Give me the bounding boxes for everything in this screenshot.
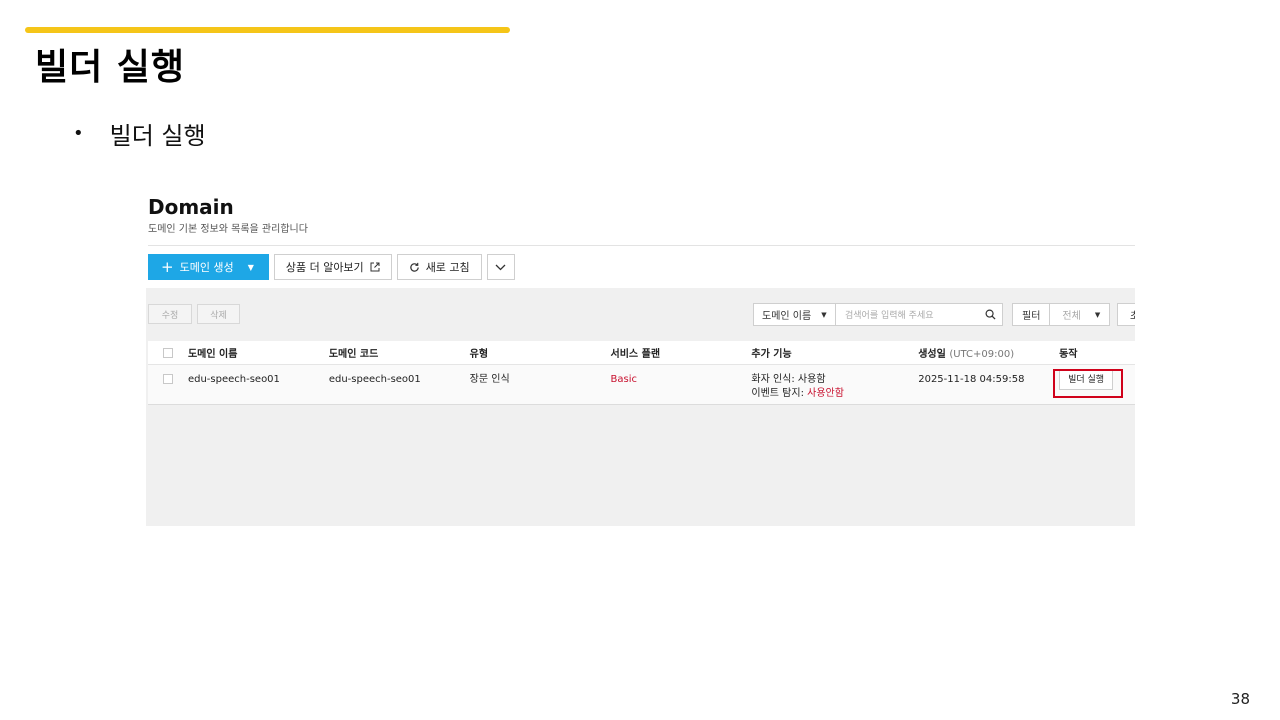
domain-list-panel: 수정 삭제 도메인 이름 ▼ 검색어를 입력해 주세요 필터 전체 ▼ 초 도메…	[146, 288, 1135, 526]
col-domain-name: 도메인 이름	[187, 349, 238, 360]
select-all-checkbox[interactable]	[162, 347, 173, 358]
delete-button[interactable]: 삭제	[197, 304, 240, 324]
caret-down-icon: ▼	[821, 310, 827, 319]
create-domain-label: 도메인 생성	[179, 261, 234, 274]
refresh-label: 새로 고침	[425, 261, 470, 274]
slide-title: 빌더 실행	[35, 47, 186, 88]
filter-select[interactable]: 전체 ▼	[1050, 303, 1111, 326]
row-checkbox[interactable]	[162, 374, 173, 384]
col-created: 생성일 (UTC+09:00)	[918, 345, 1059, 360]
page-title: Domain	[148, 195, 234, 219]
domain-name-cell: edu-speech-seo01	[187, 374, 280, 385]
domain-code-cell: edu-speech-seo01	[328, 374, 421, 385]
search-group: 도메인 이름 ▼ 검색어를 입력해 주세요	[753, 303, 1003, 326]
title-accent-bar	[25, 27, 510, 33]
table-row[interactable]: edu-speech-seo01 edu-speech-seo01 장문 인식 …	[148, 365, 1135, 405]
feature-event-label: 이벤트 탐지:	[751, 388, 808, 399]
caret-down-icon: ▼	[247, 262, 254, 272]
col-extra-features: 추가 기능	[751, 349, 792, 360]
create-domain-button[interactable]: + 도메인 생성 ▼	[148, 254, 269, 280]
col-created-timezone: (UTC+09:00)	[949, 349, 1015, 360]
learn-more-label: 상품 더 알아보기	[285, 261, 364, 274]
feature-event: 이벤트 탐지: 사용안함	[751, 387, 918, 401]
feature-speaker-label: 화자 인식:	[751, 374, 798, 385]
domain-table: 도메인 이름 도메인 코드 유형 서비스 플랜 추가 기능 생성일 (UTC+0…	[148, 341, 1135, 405]
search-field-select[interactable]: 도메인 이름 ▼	[753, 303, 836, 326]
filter-label: 필터	[1012, 303, 1051, 326]
refresh-icon	[409, 262, 419, 272]
more-dropdown-button[interactable]	[486, 254, 515, 280]
learn-more-button[interactable]: 상품 더 알아보기	[273, 254, 392, 280]
refresh-button[interactable]: 새로 고침	[396, 254, 482, 280]
row-checkbox-cell	[148, 365, 188, 404]
highlight-box	[1053, 369, 1123, 398]
col-domain-code: 도메인 코드	[328, 349, 379, 360]
feature-speaker-value: 사용함	[797, 374, 826, 385]
caret-down-icon: ▼	[1094, 310, 1101, 319]
filter-value: 전체	[1062, 311, 1081, 322]
search-field-value: 도메인 이름	[762, 311, 812, 322]
edit-button[interactable]: 수정	[148, 304, 192, 324]
service-plan-cell: Basic	[610, 374, 638, 385]
col-service-plan: 서비스 플랜	[610, 349, 661, 360]
console-screenshot: Domain 도메인 기본 정보와 목록을 관리합니다 + 도메인 생성 ▼ 상…	[146, 190, 1135, 526]
select-all-cell	[148, 347, 188, 358]
col-type: 유형	[469, 349, 489, 360]
bullet-item: • 빌더 실행	[73, 116, 206, 151]
page-subtitle: 도메인 기본 정보와 목록을 관리합니다	[148, 224, 308, 235]
feature-speaker: 화자 인식: 사용함	[751, 373, 918, 387]
divider	[148, 245, 1135, 246]
search-input[interactable]: 검색어를 입력해 주세요	[836, 303, 1003, 326]
col-action: 동작	[1059, 349, 1078, 360]
search-icon[interactable]	[985, 309, 996, 320]
search-placeholder: 검색어를 입력해 주세요	[845, 311, 934, 321]
external-link-icon	[370, 262, 380, 272]
feature-event-value: 사용안함	[807, 388, 844, 399]
created-cell: 2025-11-18 04:59:58	[918, 374, 1025, 385]
type-cell: 장문 인식	[469, 374, 510, 385]
col-created-label: 생성일	[918, 349, 946, 360]
table-header: 도메인 이름 도메인 코드 유형 서비스 플랜 추가 기능 생성일 (UTC+0…	[148, 341, 1135, 365]
page-number: 38	[1230, 690, 1250, 708]
filter-group: 필터 전체 ▼	[1012, 303, 1111, 326]
bullet-text: 빌더 실행	[109, 122, 206, 150]
truncated-button[interactable]: 초	[1117, 303, 1135, 326]
bullet-dot: •	[73, 123, 84, 144]
chevron-down-icon	[495, 264, 506, 270]
plus-icon: +	[161, 257, 174, 276]
toolbar: + 도메인 생성 ▼ 상품 더 알아보기 새로 고침	[148, 254, 515, 280]
extra-features-cell: 화자 인식: 사용함 이벤트 탐지: 사용안함	[751, 365, 918, 404]
